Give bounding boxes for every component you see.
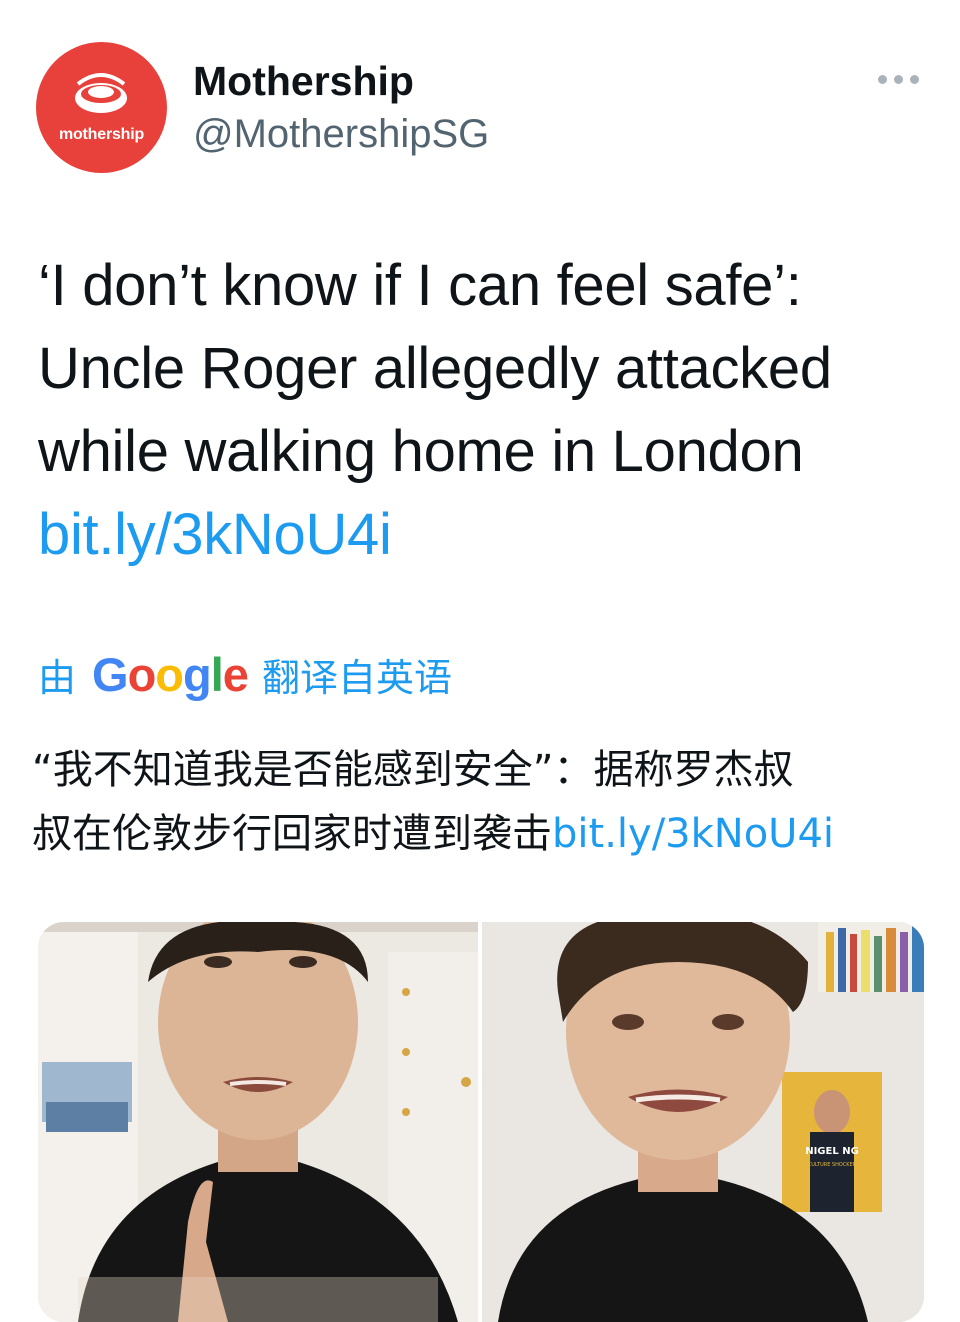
tweet-text: ‘I don’t know if I can feel safe’: Uncle…: [38, 244, 938, 576]
user-handle[interactable]: @MothershipSG: [193, 112, 489, 157]
tweet-text-line: Uncle Roger allegedly attacked: [38, 336, 832, 401]
mothership-logo-icon: [75, 73, 127, 113]
translated-link[interactable]: bit.ly/3kNoU4i: [552, 811, 834, 857]
translated-text-line: 叔在伦敦步行回家时遭到袭击: [32, 811, 552, 857]
poster-subtitle-text: CULTURE SHOCKER: [808, 1162, 857, 1168]
tweet-link[interactable]: bit.ly/3kNoU4i: [38, 493, 938, 576]
more-horizontal-icon: [894, 75, 903, 84]
translation-suffix: 翻译自英语: [261, 655, 452, 700]
tweet-text-line: while walking home in London: [38, 419, 804, 484]
translated-text-line: “我不知道我是否能感到安全”：据称罗杰叔: [32, 747, 794, 793]
display-name[interactable]: Mothership: [193, 58, 414, 105]
tweet-text-line: ‘I don’t know if I can feel safe’:: [38, 253, 802, 318]
more-horizontal-icon: [910, 75, 919, 84]
translation-prefix: 由: [38, 655, 77, 700]
media-image: NIGEL NG CULTURE SHOCKER: [38, 922, 924, 1322]
avatar[interactable]: mothership: [36, 42, 167, 173]
translated-text: “我不知道我是否能感到安全”：据称罗杰叔 叔在伦敦步行回家时遭到袭击bit.ly…: [32, 738, 932, 866]
poster-title-text: NIGEL NG: [805, 1146, 859, 1157]
more-horizontal-icon: [878, 75, 887, 84]
tweet-media[interactable]: NIGEL NG CULTURE SHOCKER: [38, 922, 924, 1322]
google-logo: Google: [92, 647, 249, 701]
translation-attribution[interactable]: 由 Google 翻译自英语: [38, 646, 452, 702]
more-options-button[interactable]: [870, 64, 926, 94]
avatar-logo-text: mothership: [58, 126, 145, 143]
